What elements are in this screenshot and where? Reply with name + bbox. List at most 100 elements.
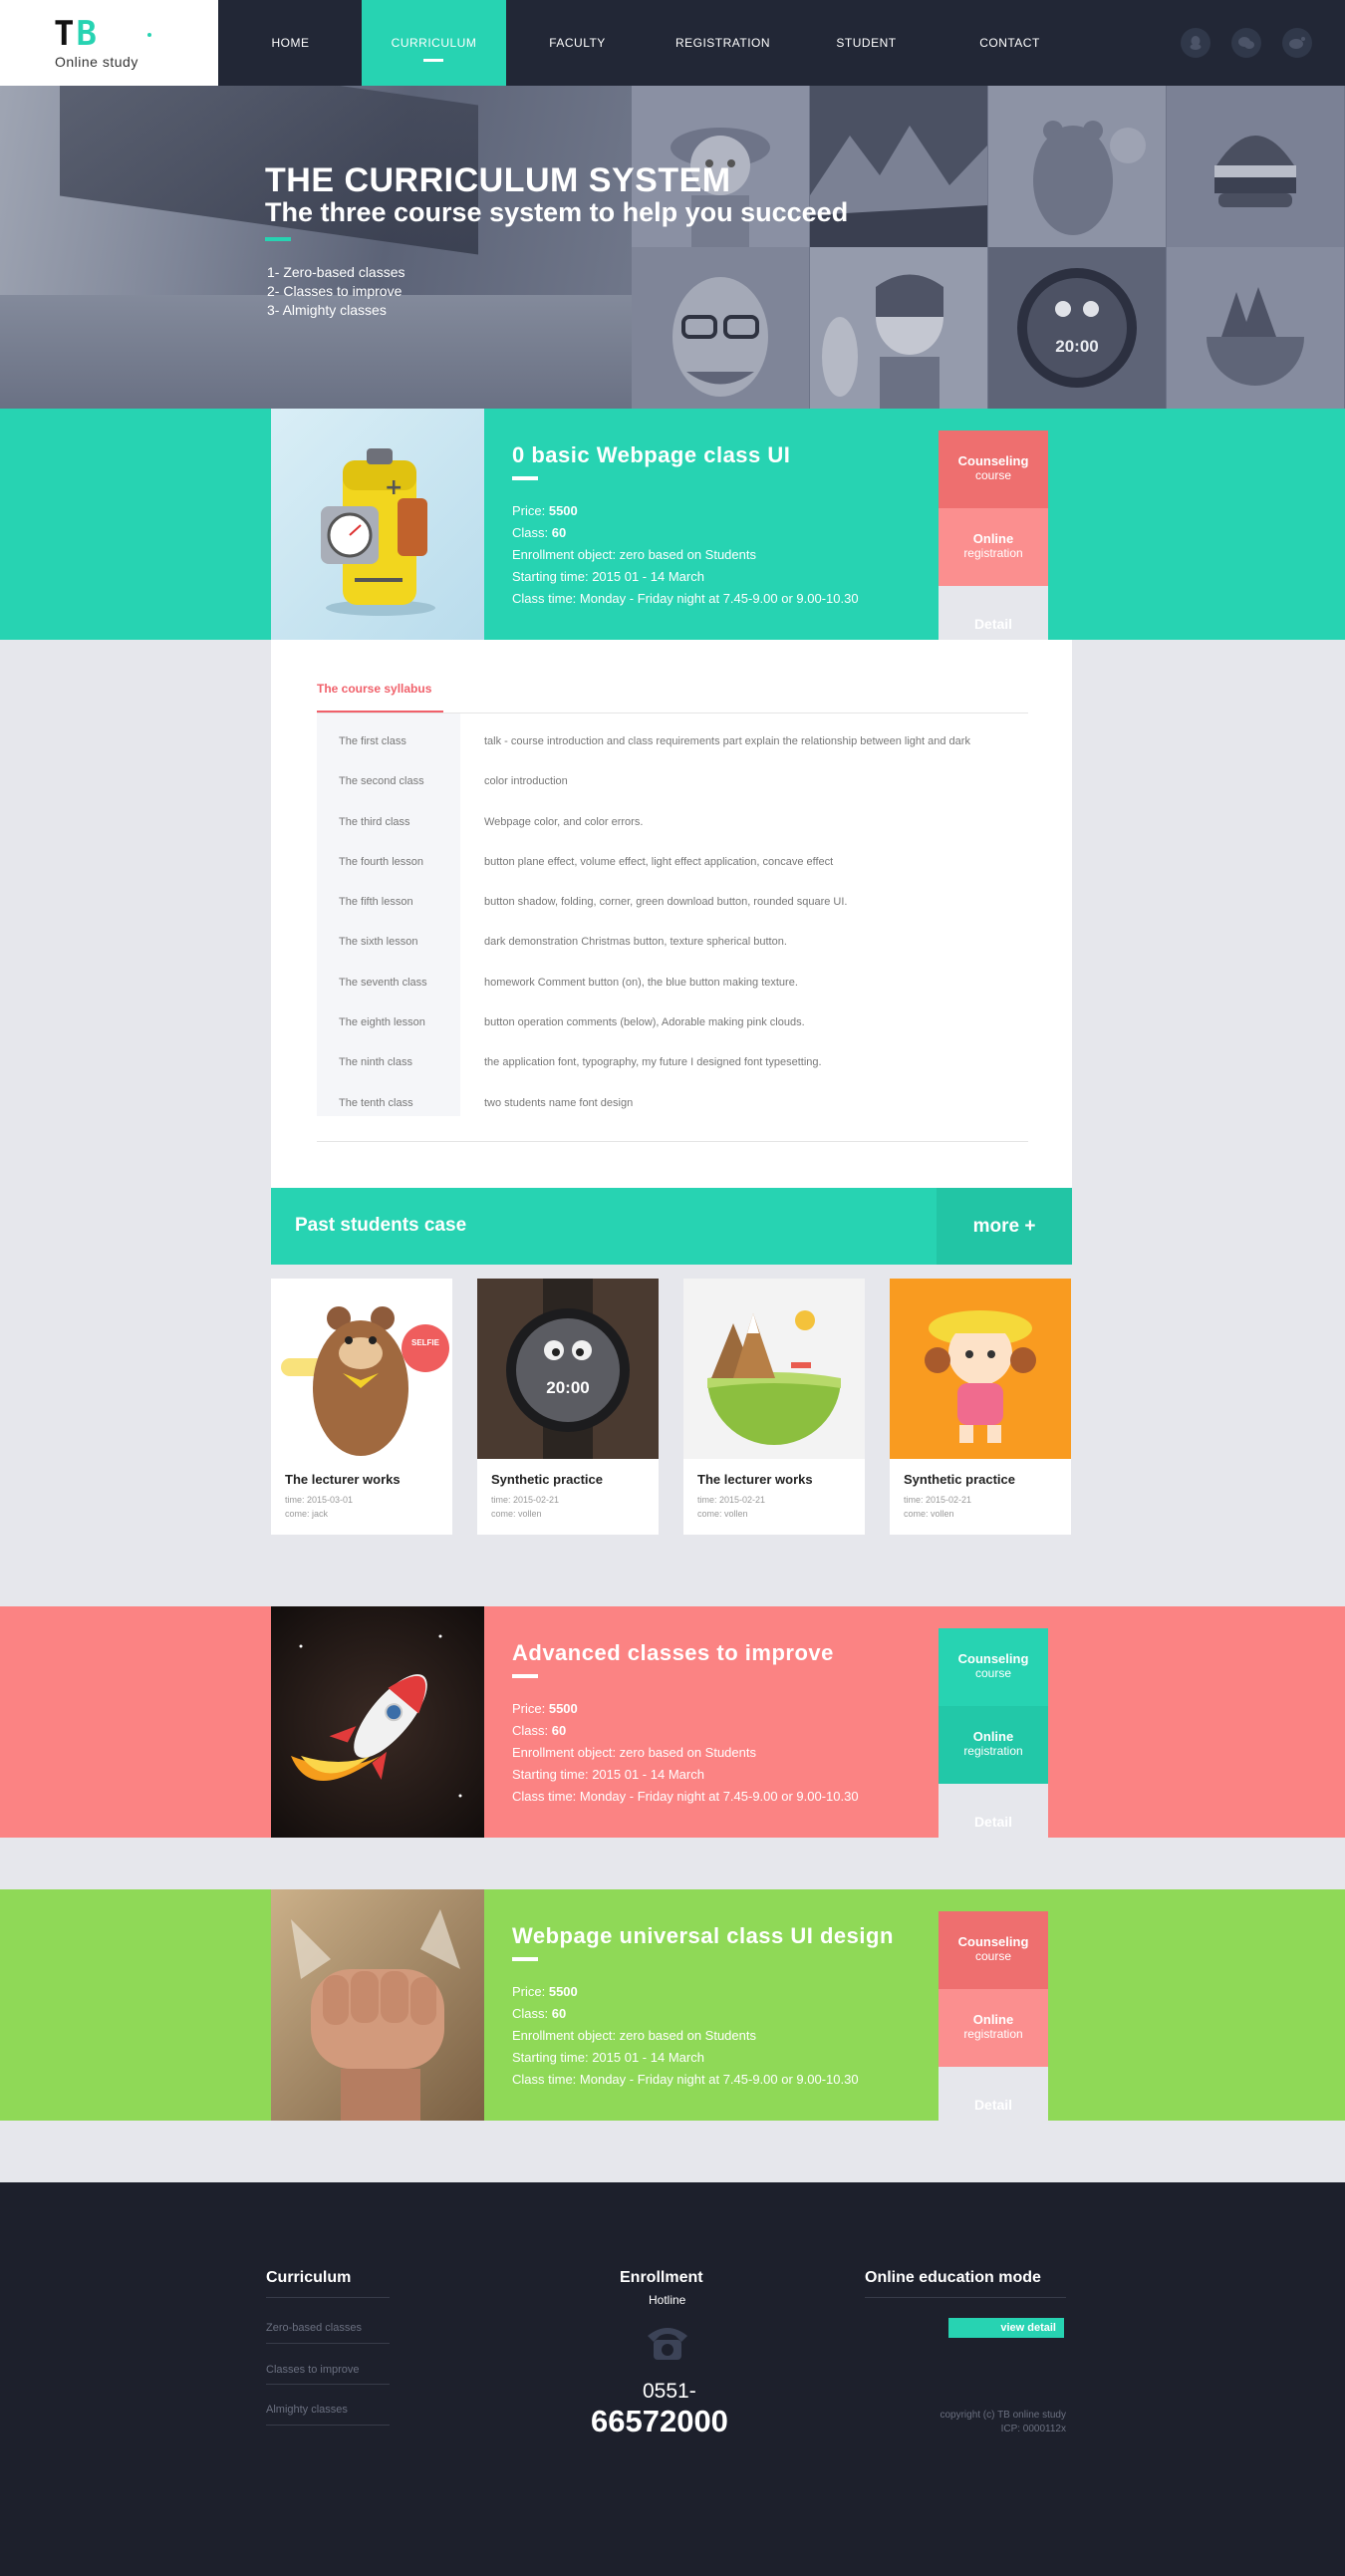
svg-text:+: + bbox=[385, 475, 403, 500]
view-detail-button[interactable]: view detail bbox=[948, 2318, 1064, 2338]
footer-mode-title: Online education mode bbox=[865, 2269, 1041, 2286]
footer-divider bbox=[266, 2297, 390, 2298]
card-title: The lecturer works bbox=[697, 1472, 813, 1487]
logo-mark: TB bbox=[54, 14, 99, 54]
card-title: Synthetic practice bbox=[491, 1472, 603, 1487]
footer: Curriculum Zero-based classes Classes to… bbox=[0, 2182, 1345, 2576]
card-time: time: 2015-02-21 bbox=[697, 1495, 766, 1505]
course-time: Class time: Monday - Friday night at 7.4… bbox=[512, 1789, 859, 1804]
syllabus-table: The first class talk - course introductio… bbox=[317, 735, 1028, 1137]
detail-button[interactable]: Detail bbox=[939, 2067, 1048, 2145]
qq-icon[interactable] bbox=[1181, 28, 1210, 58]
footer-link[interactable]: Classes to improve bbox=[266, 2364, 360, 2376]
card-title: Synthetic practice bbox=[904, 1472, 1015, 1487]
card-author: come: vollen bbox=[697, 1509, 748, 1519]
nav-contact[interactable]: CONTACT bbox=[938, 0, 1082, 86]
nav-faculty[interactable]: FACULTY bbox=[505, 0, 650, 86]
card-time: time: 2015-02-21 bbox=[491, 1495, 560, 1505]
course-enrollment: Enrollment object: zero based on Student… bbox=[512, 547, 756, 562]
syllabus-row: The third class Webpage color, and color… bbox=[339, 815, 644, 828]
course-syllabus: The course syllabus The first class talk … bbox=[271, 640, 1072, 1188]
course-title: Advanced classes to improve bbox=[512, 1640, 834, 1665]
case-card[interactable]: 20:00 Synthetic practice time: 2015-02-2… bbox=[477, 1279, 659, 1535]
footer-link[interactable]: Zero-based classes bbox=[266, 2322, 362, 2334]
footer-curriculum-title: Curriculum bbox=[266, 2269, 352, 2286]
counseling-button[interactable]: Counseling course bbox=[939, 430, 1048, 508]
syllabus-row: The seventh class homework Comment button… bbox=[339, 976, 798, 989]
syllabus-row: The fifth lesson button shadow, folding, … bbox=[339, 896, 848, 909]
footer-divider bbox=[266, 2343, 390, 2344]
past-students-header: Past students case more + bbox=[271, 1188, 1072, 1265]
tile-girl-puffing bbox=[810, 247, 987, 409]
tile-burger bbox=[1167, 86, 1344, 247]
phone-area-code: 0551- bbox=[643, 2380, 696, 2403]
course-class: Class: 60 bbox=[512, 525, 567, 540]
course-info: Price: 5500 Class: 60 Enrollment object:… bbox=[512, 500, 859, 610]
syllabus-row: The second class color introduction bbox=[339, 775, 568, 788]
course-title-bar bbox=[512, 1957, 538, 1961]
case-card[interactable]: Synthetic practice time: 2015-02-21 come… bbox=[890, 1279, 1071, 1535]
syllabus-row: The fourth lesson button plane effect, vo… bbox=[339, 855, 834, 868]
hotline-label: Hotline bbox=[649, 2293, 686, 2307]
nav-registration[interactable]: REGISTRATION bbox=[651, 0, 795, 86]
course-image-rocket bbox=[271, 1606, 484, 1838]
wechat-icon[interactable] bbox=[1231, 28, 1261, 58]
footer-link[interactable]: Almighty classes bbox=[266, 2404, 348, 2416]
selfie-badge: SELFIE bbox=[410, 1338, 439, 1347]
card-author: come: jack bbox=[285, 1509, 329, 1519]
syllabus-row: The first class talk - course introductio… bbox=[339, 735, 970, 747]
hero-list-item: 2- Classes to improve bbox=[267, 283, 403, 299]
hero-list-item: 1- Zero-based classes bbox=[267, 264, 405, 280]
nav-home[interactable]: HOME bbox=[218, 0, 363, 86]
hero-banner: 20:00 THE CURRICULUM SYSTEM The three co… bbox=[0, 86, 1345, 409]
course-actions: Counseling course Online registration De… bbox=[939, 1628, 1048, 1861]
weibo-icon[interactable] bbox=[1282, 28, 1312, 58]
course-image-fist bbox=[271, 1889, 484, 2121]
online-registration-button[interactable]: Online registration bbox=[939, 508, 1048, 586]
phone-number: 66572000 bbox=[591, 2404, 728, 2438]
syllabus-row: The tenth class two students name font d… bbox=[339, 1096, 634, 1109]
card-image-girl bbox=[890, 1279, 1071, 1459]
syllabus-row: The sixth lesson dark demonstration Chris… bbox=[339, 936, 787, 949]
card-author: come: vollen bbox=[904, 1509, 954, 1519]
online-registration-button[interactable]: Online registration bbox=[939, 1989, 1048, 2067]
syllabus-bottom-divider bbox=[317, 1141, 1028, 1142]
footer-divider bbox=[266, 2384, 390, 2385]
course-actions: Counseling course Online registration De… bbox=[939, 1911, 1048, 2145]
course-actions: Counseling course Online registration De… bbox=[939, 430, 1048, 664]
counseling-button[interactable]: Counseling course bbox=[939, 1911, 1048, 1989]
course-enrollment: Enrollment object: zero based on Student… bbox=[512, 1745, 756, 1760]
tile-island bbox=[1167, 247, 1344, 409]
nav-curriculum[interactable]: CURRICULUM bbox=[362, 0, 506, 86]
case-card[interactable]: SELFIE The lecturer works time: 2015-03-… bbox=[271, 1279, 452, 1535]
course-title: 0 basic Webpage class UI bbox=[512, 442, 791, 467]
footer-enrollment-title: Enrollment bbox=[620, 2269, 703, 2286]
course-time: Class time: Monday - Friday night at 7.4… bbox=[512, 2072, 859, 2087]
course-class: Class: 60 bbox=[512, 2006, 567, 2021]
case-card[interactable]: The lecturer works time: 2015-02-21 come… bbox=[683, 1279, 865, 1535]
hero-photo bbox=[0, 86, 632, 409]
tab-course-syllabus[interactable]: The course syllabus bbox=[317, 682, 431, 696]
card-title: The lecturer works bbox=[285, 1472, 401, 1487]
course-title: Webpage universal class UI design bbox=[512, 1923, 894, 1948]
hero-list-item: 3- Almighty classes bbox=[267, 302, 387, 318]
more-button[interactable]: more + bbox=[937, 1188, 1072, 1265]
card-author: come: vollen bbox=[491, 1509, 542, 1519]
course-start: Starting time: 2015 01 - 14 March bbox=[512, 2050, 704, 2065]
logo[interactable]: TB Online study bbox=[0, 0, 218, 86]
detail-button[interactable]: Detail bbox=[939, 1784, 1048, 1861]
logo-dot bbox=[147, 33, 151, 37]
course-info: Price: 5500 Class: 60 Enrollment object:… bbox=[512, 1981, 859, 2091]
course-class: Class: 60 bbox=[512, 1723, 567, 1738]
watch-time: 20:00 bbox=[1055, 337, 1099, 356]
online-registration-button[interactable]: Online registration bbox=[939, 1706, 1048, 1784]
counseling-button[interactable]: Counseling course bbox=[939, 1628, 1048, 1706]
course-title-bar bbox=[512, 1674, 538, 1678]
copyright: copyright (c) TB online study bbox=[940, 2410, 1066, 2421]
footer-divider bbox=[865, 2297, 1066, 2298]
watch-time: 20:00 bbox=[546, 1378, 590, 1397]
phone-icon bbox=[644, 2322, 691, 2367]
nav-student[interactable]: STUDENT bbox=[794, 0, 939, 86]
past-students-title: Past students case bbox=[295, 1215, 467, 1236]
syllabus-row: The eighth lesson button operation comme… bbox=[339, 1016, 805, 1029]
